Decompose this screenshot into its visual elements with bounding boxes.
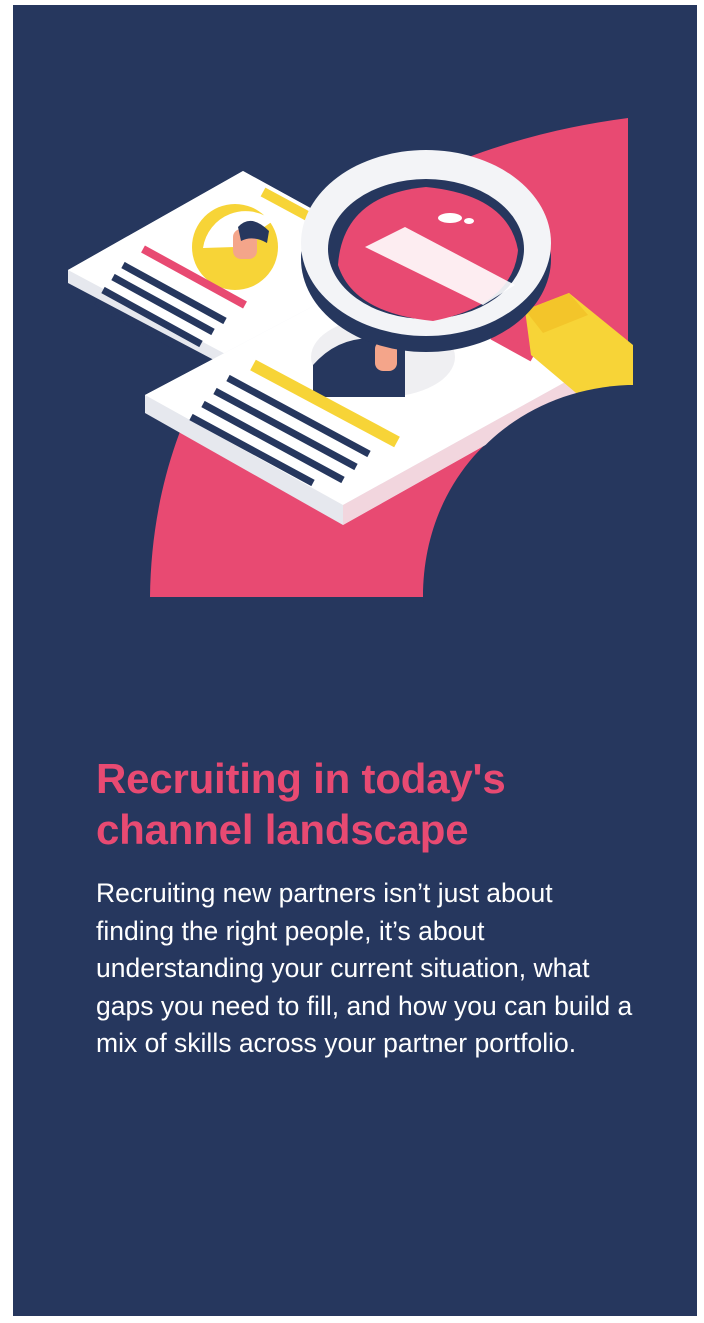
article-title: Recruiting in today's channel landscape bbox=[96, 755, 506, 853]
content-card: Recruiting in today's channel landscape … bbox=[13, 5, 697, 1316]
article-body: Recruiting new partners isn’t just about… bbox=[96, 878, 633, 1058]
resume-magnifier-illustration bbox=[68, 118, 697, 625]
